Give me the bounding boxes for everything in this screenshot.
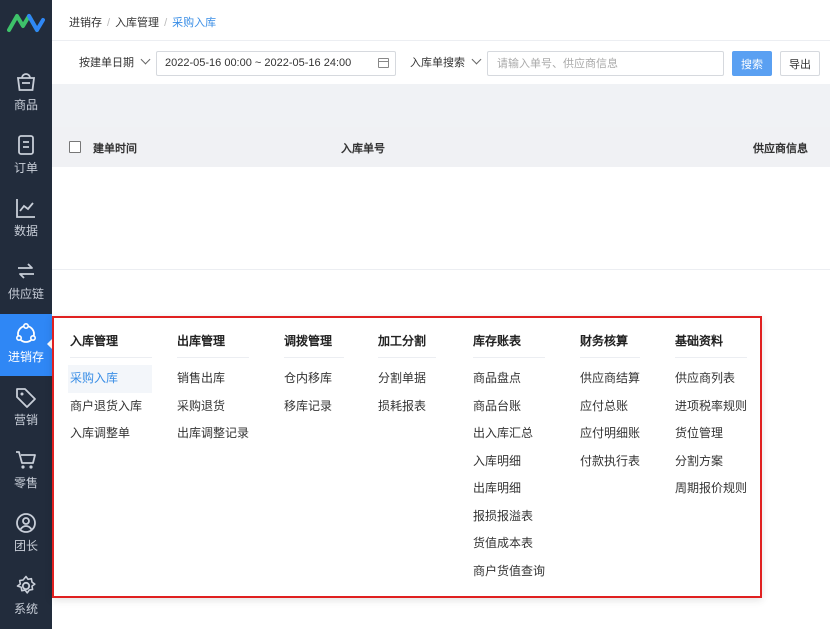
gear-icon bbox=[16, 575, 36, 594]
nav-item-label: 营销 bbox=[13, 413, 38, 427]
breadcrumb-current: 采购入库 bbox=[172, 17, 217, 29]
submenu-item[interactable]: 出库明细 bbox=[473, 475, 545, 503]
nav-item-label: 团长 bbox=[13, 539, 38, 553]
breadcrumb-separator: / bbox=[164, 17, 168, 29]
submenu-item[interactable]: 付款执行表 bbox=[580, 448, 640, 476]
date-type-select[interactable]: 按建单日期 bbox=[79, 51, 151, 76]
submenu-column: 入库管理 采购入库 商户退货入库 入库调整单 bbox=[68, 332, 152, 448]
nav-item-data[interactable]: 数据 bbox=[0, 188, 52, 250]
divider bbox=[52, 269, 830, 270]
nav-item-retail[interactable]: 零售 bbox=[0, 440, 52, 502]
submenu-item[interactable]: 分割方案 bbox=[675, 448, 747, 476]
logo-icon bbox=[7, 14, 45, 32]
submenu-item[interactable]: 商户退货入库 bbox=[70, 393, 152, 421]
submenu-item[interactable]: 应付明细账 bbox=[580, 420, 640, 448]
inventory-submenu: 入库管理 采购入库 商户退货入库 入库调整单 出库管理 销售出库 采购退货 出库… bbox=[52, 316, 762, 598]
submenu-item[interactable]: 移库记录 bbox=[284, 393, 344, 421]
chevron-down-icon bbox=[140, 54, 151, 65]
select-all-checkbox[interactable] bbox=[69, 141, 81, 153]
nav-item-marketing[interactable]: 营销 bbox=[0, 377, 52, 439]
submenu-item[interactable]: 入库明细 bbox=[473, 448, 545, 476]
breadcrumb: 进销存 / 入库管理 / 采购入库 bbox=[69, 14, 216, 30]
submenu-item[interactable]: 出入库汇总 bbox=[473, 420, 545, 448]
nav-item-label: 系统 bbox=[13, 602, 38, 616]
submenu-item[interactable]: 报损报溢表 bbox=[473, 503, 545, 531]
toolbar-band bbox=[52, 84, 830, 127]
nav-item-label: 供应链 bbox=[7, 287, 44, 301]
submenu-item[interactable]: 分割单据 bbox=[378, 365, 436, 393]
submenu-column: 加工分割 分割单据 损耗报表 bbox=[378, 332, 436, 420]
submenu-column-title: 库存账表 bbox=[473, 332, 545, 358]
nav-item-label: 数据 bbox=[13, 224, 38, 238]
date-type-label: 按建单日期 bbox=[79, 57, 134, 69]
submenu-column-title: 加工分割 bbox=[378, 332, 436, 358]
submenu-item[interactable]: 损耗报表 bbox=[378, 393, 436, 421]
submenu-column-title: 调拨管理 bbox=[284, 332, 344, 358]
submenu-item[interactable]: 出库调整记录 bbox=[177, 420, 249, 448]
export-button[interactable]: 导出 bbox=[780, 51, 820, 76]
table-header: 建单时间 入库单号 供应商信息 bbox=[52, 127, 830, 167]
search-input[interactable] bbox=[487, 51, 724, 76]
submenu-item[interactable]: 供应商结算 bbox=[580, 365, 640, 393]
submenu-column-title: 基础资料 bbox=[675, 332, 747, 358]
submenu-item[interactable]: 商品台账 bbox=[473, 393, 545, 421]
submenu-item[interactable]: 周期报价规则 bbox=[675, 475, 747, 503]
nav-item-label: 订单 bbox=[13, 161, 38, 175]
divider bbox=[52, 40, 830, 41]
chevron-down-icon bbox=[471, 54, 482, 65]
breadcrumb-inbound[interactable]: 入库管理 bbox=[115, 17, 159, 29]
nav-item-label: 商品 bbox=[13, 98, 38, 112]
cube-icon bbox=[15, 322, 36, 343]
submenu-column-title: 财务核算 bbox=[580, 332, 640, 358]
submenu-item[interactable]: 采购退货 bbox=[177, 393, 249, 421]
nav-item-leader[interactable]: 团长 bbox=[0, 503, 52, 565]
submenu-column: 库存账表 商品盘点 商品台账 出入库汇总 入库明细 出库明细 报损报溢表 货值成… bbox=[473, 332, 545, 585]
basket-icon bbox=[16, 73, 36, 91]
submenu-item[interactable]: 商户货值查询 bbox=[473, 558, 545, 586]
submenu-item-purchase-inbound[interactable]: 采购入库 bbox=[68, 365, 152, 393]
submenu-item[interactable]: 进项税率规则 bbox=[675, 393, 747, 421]
search-type-select[interactable]: 入库单搜索 bbox=[410, 51, 482, 76]
chart-line-icon bbox=[16, 199, 35, 218]
submenu-column: 财务核算 供应商结算 应付总账 应付明细账 付款执行表 bbox=[580, 332, 640, 475]
column-header: 供应商信息 bbox=[753, 143, 808, 155]
nav-item-system[interactable]: 系统 bbox=[0, 566, 52, 628]
submenu-item[interactable]: 销售出库 bbox=[177, 365, 249, 393]
search-button[interactable]: 搜索 bbox=[732, 51, 772, 76]
nav-item-label: 进销存 bbox=[7, 350, 44, 364]
nav-item-goods[interactable]: 商品 bbox=[0, 62, 52, 124]
submenu-column-title: 出库管理 bbox=[177, 332, 249, 358]
submenu-column: 调拨管理 仓内移库 移库记录 bbox=[284, 332, 344, 420]
nav-item-inventory[interactable]: 进销存 bbox=[0, 314, 52, 376]
calendar-icon bbox=[378, 58, 389, 68]
submenu-item[interactable]: 商品盘点 bbox=[473, 365, 545, 393]
submenu-column-title: 入库管理 bbox=[70, 332, 152, 358]
user-icon bbox=[16, 513, 36, 533]
cart-icon bbox=[16, 451, 36, 469]
sidebar: 商品 订单 数据 供应链 进销存 营销 零售 团长 系统 bbox=[0, 0, 52, 629]
tag-icon bbox=[16, 388, 36, 408]
nav-item-label: 零售 bbox=[13, 476, 38, 490]
submenu-item[interactable]: 货值成本表 bbox=[473, 530, 545, 558]
submenu-column: 出库管理 销售出库 采购退货 出库调整记录 bbox=[177, 332, 249, 448]
submenu-item[interactable]: 供应商列表 bbox=[675, 365, 747, 393]
submenu-item[interactable]: 应付总账 bbox=[580, 393, 640, 421]
date-range-value: 2022-05-16 00:00 ~ 2022-05-16 24:00 bbox=[165, 57, 352, 69]
search-type-label: 入库单搜索 bbox=[410, 57, 465, 69]
submenu-column: 基础资料 供应商列表 进项税率规则 货位管理 分割方案 周期报价规则 bbox=[675, 332, 747, 503]
nav-item-supply-chain[interactable]: 供应链 bbox=[0, 251, 52, 313]
column-header: 建单时间 bbox=[93, 143, 137, 155]
order-icon bbox=[18, 135, 34, 155]
submenu-item[interactable]: 入库调整单 bbox=[70, 420, 152, 448]
column-header: 入库单号 bbox=[341, 143, 385, 155]
submenu-item[interactable]: 货位管理 bbox=[675, 420, 747, 448]
breadcrumb-separator: / bbox=[107, 17, 111, 29]
breadcrumb-inventory[interactable]: 进销存 bbox=[69, 17, 102, 29]
exchange-icon bbox=[18, 263, 34, 279]
nav-item-orders[interactable]: 订单 bbox=[0, 125, 52, 187]
submenu-item[interactable]: 仓内移库 bbox=[284, 365, 344, 393]
date-range-picker[interactable]: 2022-05-16 00:00 ~ 2022-05-16 24:00 bbox=[156, 51, 396, 76]
